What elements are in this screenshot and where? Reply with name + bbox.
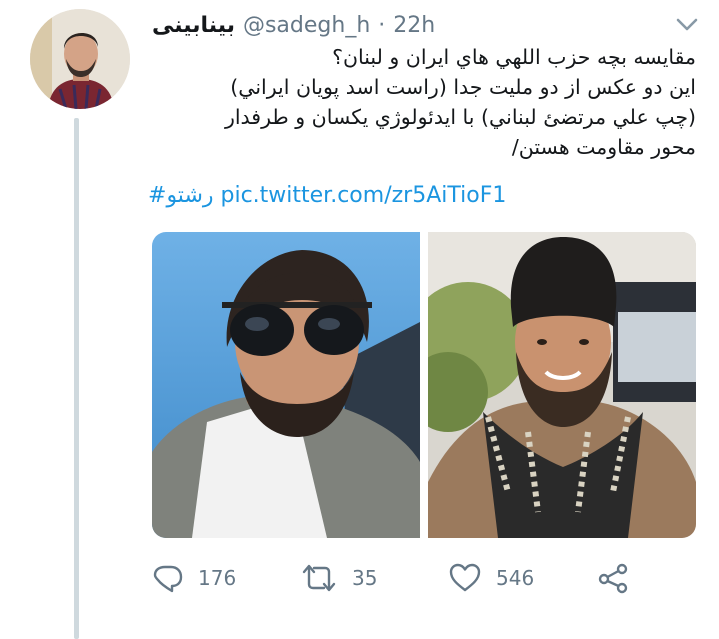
photo-left[interactable] (152, 232, 420, 538)
tweet-text-line: اين دو عكس از دو مليت جدا (راست اسد پويا… (230, 75, 696, 99)
photo-right[interactable] (428, 232, 696, 538)
tweet-links: #رشتو pic.twitter.com/zr5AiTioF1 (148, 183, 696, 208)
user-handle[interactable]: @sadegh_h (243, 13, 370, 38)
separator-dot: · (378, 12, 386, 38)
like-button[interactable]: 546 (448, 558, 534, 598)
media-link[interactable]: pic.twitter.com/zr5AiTioF1 (221, 183, 507, 208)
retweet-button[interactable]: 35 (300, 558, 377, 598)
thread-line (74, 118, 79, 639)
timestamp[interactable]: 22h (393, 13, 435, 38)
retweet-icon (300, 562, 338, 594)
like-count: 546 (496, 566, 535, 590)
retweet-count: 35 (352, 566, 378, 590)
tweet-text-line: محور مقاومت هستن/ (511, 135, 696, 159)
reply-count: 176 (198, 566, 237, 590)
share-icon (597, 562, 629, 594)
action-bar: 176 35 546 (152, 558, 692, 598)
like-icon (448, 562, 482, 594)
tweet-text: مقایسه بچه حزب اللهي هاي ايران و لبنان؟ … (148, 42, 696, 162)
tweet-text-line: (چپ علي مرتضئ لبناني) با ايدئولوژي يكسان… (224, 105, 696, 129)
reply-button[interactable]: 176 (152, 558, 236, 598)
share-button[interactable] (597, 558, 629, 598)
avatar[interactable] (30, 9, 130, 109)
reply-icon (152, 562, 184, 594)
media-grid (152, 232, 696, 538)
tweet-text-line: مقایسه بچه حزب اللهي هاي ايران و لبنان؟ (332, 45, 696, 69)
chevron-down-icon[interactable] (672, 14, 702, 36)
tweet-header: بینابینی @sadegh_h · 22h (152, 8, 632, 42)
hashtag-link[interactable]: #رشتو (148, 183, 214, 208)
display-name[interactable]: بینابینی (152, 13, 235, 38)
